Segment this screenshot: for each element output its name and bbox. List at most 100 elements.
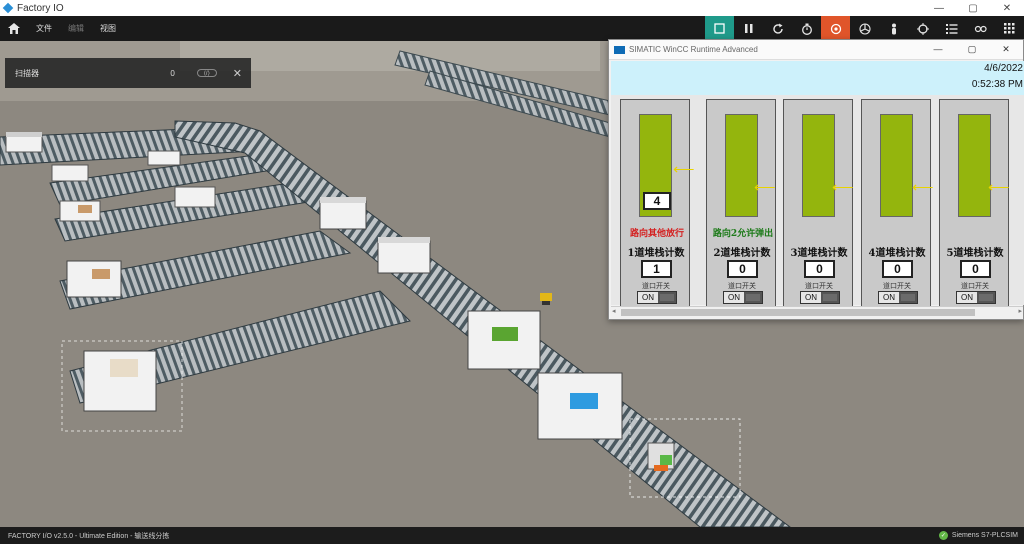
home-icon <box>8 23 20 34</box>
switch-knob <box>901 294 915 301</box>
arrow-left-icon: ⟵ <box>754 179 776 196</box>
horizontal-scrollbar[interactable]: ◂ ▸ <box>611 306 1023 318</box>
title-bar: Factory IO — ▢ ✕ <box>0 0 1024 16</box>
wincc-minimize-button[interactable]: — <box>921 44 955 55</box>
gate-switch-label: 道口开关 <box>883 282 911 290</box>
wincc-close-button[interactable]: ✕ <box>989 44 1023 55</box>
lane-panel-3: ⟵ 3道堆栈计数 0 道口开关 ON <box>783 99 854 310</box>
stack-count-value: 0 <box>727 260 758 278</box>
scrollbar-thumb[interactable] <box>621 309 975 316</box>
gate-switch-label: 道口开关 <box>961 282 989 290</box>
timer-icon <box>801 23 812 35</box>
gate-switch[interactable]: ON <box>878 291 918 304</box>
gate-switch-label: 道口开关 <box>728 282 756 290</box>
minimize-button[interactable]: — <box>922 3 956 14</box>
wincc-title: SIMATIC WinCC Runtime Advanced <box>629 45 758 54</box>
check-circle-icon: ✓ <box>938 531 948 540</box>
box-green-item <box>467 310 541 370</box>
drivers-icon <box>830 23 841 34</box>
gate-switch-label: 道口开关 <box>642 282 670 290</box>
sensor-panel-label: 扫描器 <box>15 68 39 78</box>
wincc-title-bar: SIMATIC WinCC Runtime Advanced — ▢ ✕ <box>609 40 1023 60</box>
sensors-icon <box>974 25 987 32</box>
person-icon <box>891 23 896 34</box>
gate-switch[interactable]: ON <box>637 291 677 304</box>
maximize-button[interactable]: ▢ <box>956 3 990 14</box>
box-lane-4 <box>66 260 122 298</box>
hmi-header: 4/6/2022 0:52:38 PM <box>611 61 1024 95</box>
siemens-logo-icon <box>614 45 625 54</box>
switch-state: ON <box>801 292 821 303</box>
menu-file[interactable]: 文件 <box>28 23 60 34</box>
lane-level-bar <box>880 114 913 217</box>
list-button[interactable] <box>937 16 966 41</box>
switch-knob <box>746 294 760 301</box>
fan-button[interactable] <box>850 16 879 41</box>
part-multicolor <box>647 442 675 471</box>
gate-switch[interactable]: ON <box>723 291 763 304</box>
lane-panel-2: ⟵ 路向2允许弹出 2道堆栈计数 0 道口开关 ON <box>706 99 776 310</box>
scroll-left-icon[interactable]: ◂ <box>612 307 616 315</box>
switch-state: ON <box>724 292 744 303</box>
lane-level-bar <box>958 114 991 217</box>
plc-status[interactable]: ✓ Siemens S7-PLCSIM <box>938 531 1018 540</box>
hmi-time: 0:52:38 PM <box>971 79 1023 90</box>
scroll-right-icon[interactable]: ▸ <box>1018 307 1022 315</box>
pause-button[interactable] <box>734 16 763 41</box>
pause-icon <box>744 24 752 33</box>
close-button[interactable]: ✕ <box>990 3 1024 14</box>
lane-level-bar <box>802 114 835 217</box>
person-button[interactable] <box>879 16 908 41</box>
grid-button[interactable] <box>995 16 1024 41</box>
status-bar: FACTORY I/O v2.5.0 - Ultimate Edition - … <box>0 527 1024 544</box>
lane-panel-5: ⟵ 5道堆栈计数 0 道口开关 ON <box>939 99 1010 310</box>
sensor-panel-value: 0 <box>170 68 175 78</box>
stack-count-value: 0 <box>882 260 913 278</box>
target-button[interactable] <box>908 16 937 41</box>
box-lane-1b <box>147 150 181 166</box>
switch-state: ON <box>879 292 899 303</box>
switch-state: ON <box>638 292 658 303</box>
route-status-text: 路向其他放行 <box>629 229 684 239</box>
toolbar <box>705 16 1024 41</box>
list-icon <box>945 24 957 34</box>
reset-button[interactable] <box>763 16 792 41</box>
camera-square-icon <box>714 23 725 34</box>
wincc-maximize-button[interactable]: ▢ <box>955 44 989 55</box>
arrow-left-icon: ⟵ <box>673 161 695 178</box>
arrow-left-icon: ⟵ <box>912 179 934 196</box>
drivers-button[interactable] <box>821 16 850 41</box>
switch-knob <box>823 294 837 301</box>
timer-button[interactable] <box>792 16 821 41</box>
stack-count-label: 1道堆栈计数 <box>627 248 685 259</box>
grid-icon <box>1004 23 1015 34</box>
stack-count-value: 0 <box>960 260 991 278</box>
plc-driver-label: Siemens S7-PLCSIM <box>951 532 1018 539</box>
switch-state: ON <box>957 292 977 303</box>
fan-icon <box>858 22 871 35</box>
home-button[interactable] <box>0 23 28 34</box>
gate-switch-label: 道口开关 <box>805 282 833 290</box>
wincc-runtime-window: SIMATIC WinCC Runtime Advanced — ▢ ✕ 4/6… <box>608 39 1024 320</box>
sensor-panel-close-button[interactable]: ✕ <box>233 67 242 80</box>
box-blue-item <box>537 372 623 440</box>
lane-panel-1: ⟵ 4 路向其他放行 1道堆栈计数 1 道口开关 ON <box>620 99 695 310</box>
box-trunk-2 <box>377 237 431 274</box>
box-trunk-1 <box>319 197 367 230</box>
sensors-button[interactable] <box>966 16 995 41</box>
reset-icon <box>772 23 783 34</box>
gate-switch[interactable]: ON <box>800 291 840 304</box>
arrow-left-icon: ⟵ <box>832 179 854 196</box>
box-lane-5 <box>83 350 157 412</box>
menu-bar: 文件 编辑 视图 <box>0 16 1024 41</box>
stack-count-label: 4道堆栈计数 <box>868 248 926 259</box>
box-lane-3 <box>59 200 101 222</box>
gate-switch[interactable]: ON <box>956 291 996 304</box>
stack-count-label: 3道堆栈计数 <box>790 248 848 259</box>
box-lane-2b <box>174 186 216 208</box>
stack-count-value: 1 <box>641 260 672 278</box>
menu-view[interactable]: 视图 <box>92 23 124 34</box>
sensor-connect-toggle[interactable]: ⟨/⟩ <box>196 69 217 77</box>
camera-square-button[interactable] <box>705 16 734 41</box>
menu-edit[interactable]: 编辑 <box>60 23 92 34</box>
